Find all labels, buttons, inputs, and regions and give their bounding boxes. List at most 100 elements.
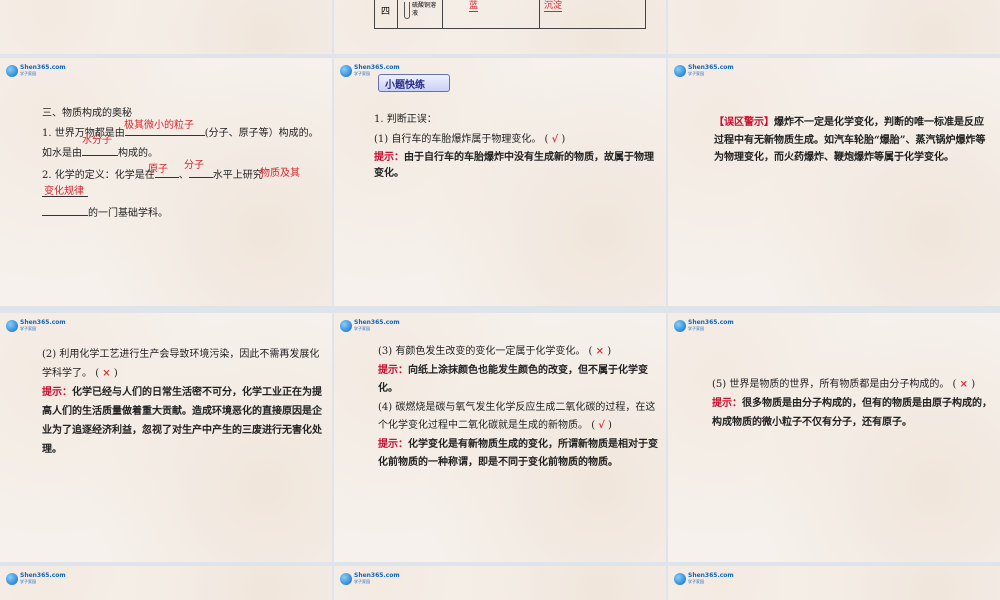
globe-icon xyxy=(674,573,686,585)
hint-label: 提示： xyxy=(374,152,404,163)
q2-prefix: 2. 化学的定义：化学是在 xyxy=(42,170,155,181)
hint: 提示：化学已经与人们的日常生活密不可分，化学工业正在为提高人们的生活质量做着重大… xyxy=(42,383,326,459)
globe-icon xyxy=(674,320,686,332)
slide-quick-practice[interactable]: Shen365.com 学子家园 小题快练 1. 判断正误： (1) 自行车的车胎… xyxy=(334,58,666,306)
logo-subtext: 学子家园 xyxy=(20,326,36,331)
question-5: (5) 世界是物质的世界，所有物质都是由分子构成的。 ( × ) xyxy=(712,379,976,390)
q1-blank xyxy=(124,135,205,136)
q2-middle: 水平上研究 xyxy=(212,170,263,181)
question-1: (1) 自行车的车胎爆炸属于物理变化。 ( √ ) xyxy=(374,134,566,145)
slide-question-5[interactable]: Shen365.com 学子家园 (5) 世界是物质的世界，所有物质都是由分子构成… xyxy=(668,313,1000,562)
slide-composition-of-matter[interactable]: Shen365.com 学子家园 三、物质构成的奥秘 1. 世界万物都是由 (分子、… xyxy=(0,58,332,306)
slide-body: 1. 判断正误： (1) 自行车的车胎爆炸属于物理变化。 ( √ ) 提示：由于… xyxy=(374,112,660,182)
col2-answer: 蓝 xyxy=(469,0,479,12)
hint-4: 提示：化学变化是有新物质生成的变化，所谓新物质是相对于变化前物质的一种称谓，即是… xyxy=(378,436,662,473)
slide-top-right[interactable] xyxy=(668,0,1000,54)
site-logo: Shen365.com 学子家园 xyxy=(6,319,66,333)
slide-question-2[interactable]: Shen365.com 学子家园 (2) 利用化学工艺进行生产会导致环境污染，因此… xyxy=(0,313,332,562)
globe-icon xyxy=(340,65,352,77)
answer-mark-4: √ xyxy=(598,420,605,431)
q1-line2-blank xyxy=(82,155,118,156)
q1-line2-answer: 水分子 xyxy=(82,135,112,146)
slide-misconception-warning[interactable]: Shen365.com 学子家园 【误区警示】爆炸不一定是化学变化，判断的唯一标准… xyxy=(668,58,1000,306)
q2-blank-4 xyxy=(42,215,88,216)
q2-answer-3: 物质及其 xyxy=(260,168,300,179)
question-2: 2. 化学的定义：化学是在、水平上研究 原子 分子 物质及其 xyxy=(42,160,327,184)
site-logo: Shen365.com 学子家园 xyxy=(340,319,400,333)
col3-answer: 沉淀 xyxy=(544,0,563,12)
question-3-text: (3) 有颜色发生改变的变化一定属于化学变化。 xyxy=(378,346,586,357)
logo-subtext: 学子家园 xyxy=(20,579,36,584)
logo-subtext: 学子家园 xyxy=(688,71,704,76)
logo-subtext: 学子家园 xyxy=(688,326,704,331)
globe-icon xyxy=(6,320,18,332)
logo-subtext: 学子家园 xyxy=(354,326,370,331)
q2-blank-2 xyxy=(188,177,213,178)
hint-text: 化学已经与人们的日常生活密不可分，化学工业正在为提高人们的生活质量做着重大贡献。… xyxy=(42,387,322,455)
q2-answer-1: 原子 xyxy=(148,164,168,175)
globe-icon xyxy=(674,65,686,77)
slide-questions-3-4[interactable]: Shen365.com 学子家园 (3) 有颜色发生改变的变化一定属于化学变化。 … xyxy=(334,313,666,562)
table-cell-reagent: 硫酸铜溶液 xyxy=(398,0,443,28)
instruction: 1. 判断正误： xyxy=(374,114,437,125)
slide-bottom-middle[interactable]: Shen365.com 学子家园 xyxy=(334,566,666,600)
hint: 提示：由于自行车的车胎爆炸中没有生成新的物质，故属于物理变化。 xyxy=(374,150,660,182)
slide-body: 三、物质构成的奥秘 1. 世界万物都是由 (分子、原子等）构成的。 极其微小的粒子… xyxy=(42,106,327,222)
q1-line2-prefix: 如水是由 xyxy=(42,148,82,159)
table-fragment: 四 硫酸铜溶液 蓝 沉淀 xyxy=(374,0,646,29)
slide-top-middle[interactable]: 四 硫酸铜溶液 蓝 沉淀 xyxy=(334,0,666,54)
logo-subtext: 学子家园 xyxy=(688,579,704,584)
question-text: (1) 自行车的车胎爆炸属于物理变化。 xyxy=(374,134,542,145)
warning-label: 【误区警示】 xyxy=(714,117,774,128)
answer-mark-5: × xyxy=(959,379,969,390)
question-text: (2) 利用化学工艺进行生产会导致环境污染，因此不需再发展化学科学了。 xyxy=(42,349,320,379)
table-cell-col3: 沉淀 xyxy=(540,0,644,28)
table-cell-row-label: 四 xyxy=(375,0,398,28)
question-2: (2) 利用化学工艺进行生产会导致环境污染，因此不需再发展化学科学了。 ( × … xyxy=(42,349,320,379)
slide-body: 【误区警示】爆炸不一定是化学变化，判断的唯一标准是反应过程中有无新物质生成。如汽… xyxy=(714,114,992,167)
hint-4-text: 化学变化是有新物质生成的变化，所谓新物质是相对于变化前物质的一种称谓，即是不同于… xyxy=(378,438,658,469)
slide-body: (2) 利用化学工艺进行生产会导致环境污染，因此不需再发展化学科学了。 ( × … xyxy=(42,345,326,459)
site-logo: Shen365.com 学子家园 xyxy=(6,64,66,78)
site-logo: Shen365.com 学子家园 xyxy=(6,572,66,586)
q1-answer: 极其微小的粒子 xyxy=(124,120,194,131)
slide-bottom-right[interactable]: Shen365.com 学子家园 xyxy=(668,566,1000,600)
row-label-text: 四 xyxy=(381,7,391,17)
answer-mark: √ xyxy=(551,134,559,145)
test-tube-icon xyxy=(404,2,410,19)
badge-label: 小题快练 xyxy=(385,80,425,91)
question-4-text: (4) 碳燃烧是碳与氧气发生化学反应生成二氧化碳的过程，在这个化学变化过程中二氧… xyxy=(378,401,656,432)
answer-mark-3: × xyxy=(595,346,605,357)
q2-suffix: 的一门基础学科。 xyxy=(88,208,168,219)
site-logo: Shen365.com 学子家园 xyxy=(674,572,734,586)
hint-5-text: 很多物质是由分子构成的，但有的物质是由原子构成的，构成物质的微小粒子不仅有分子，… xyxy=(712,398,992,428)
question-4: (4) 碳燃烧是碳与氧气发生化学反应生成二氧化碳的过程，在这个化学变化过程中二氧… xyxy=(378,401,656,432)
reagent-text: 硫酸铜溶液 xyxy=(412,2,437,17)
slide-bottom-left[interactable]: Shen365.com 学子家园 xyxy=(0,566,332,600)
globe-icon xyxy=(340,573,352,585)
site-logo: Shen365.com 学子家园 xyxy=(674,319,734,333)
hint-5: 提示：很多物质是由分子构成的，但有的物质是由原子构成的，构成物质的微小粒子不仅有… xyxy=(712,394,996,432)
site-logo: Shen365.com 学子家园 xyxy=(340,572,400,586)
globe-icon xyxy=(6,65,18,77)
hint-label: 提示： xyxy=(712,398,742,409)
site-logo: Shen365.com 学子家园 xyxy=(674,64,734,78)
hint-3: 提示：向纸上涂抹颜色也能发生颜色的改变，但不属于化学变化。 xyxy=(378,362,662,399)
globe-icon xyxy=(6,573,18,585)
hint-label: 提示： xyxy=(42,387,72,398)
slide-top-left[interactable] xyxy=(0,0,332,54)
question-3: (3) 有颜色发生改变的变化一定属于化学变化。 ( × ) xyxy=(378,346,612,357)
question-5-text: (5) 世界是物质的世界，所有物质都是由分子构成的。 xyxy=(712,379,950,390)
slide-body: (3) 有颜色发生改变的变化一定属于化学变化。 ( × ) 提示：向纸上涂抹颜色… xyxy=(378,343,662,473)
q2-answer-2: 分子 xyxy=(184,160,204,171)
question-2-line2: 变化规律 xyxy=(42,184,327,202)
globe-icon xyxy=(340,320,352,332)
q1-line2-suffix: 构成的。 xyxy=(118,148,158,159)
table-cell-col2: 蓝 xyxy=(443,0,540,28)
q1-suffix: (分子、原子等）构成的。 xyxy=(204,128,319,139)
answer-mark: × xyxy=(102,368,111,379)
slide-body: (5) 世界是物质的世界，所有物质都是由分子构成的。 ( × ) 提示：很多物质… xyxy=(712,375,996,432)
hint-label: 提示： xyxy=(378,438,408,450)
hint-text: 由于自行车的车胎爆炸中没有生成新的物质，故属于物理变化。 xyxy=(374,152,654,179)
question-2-line3: 的一门基础学科。 xyxy=(42,206,327,222)
